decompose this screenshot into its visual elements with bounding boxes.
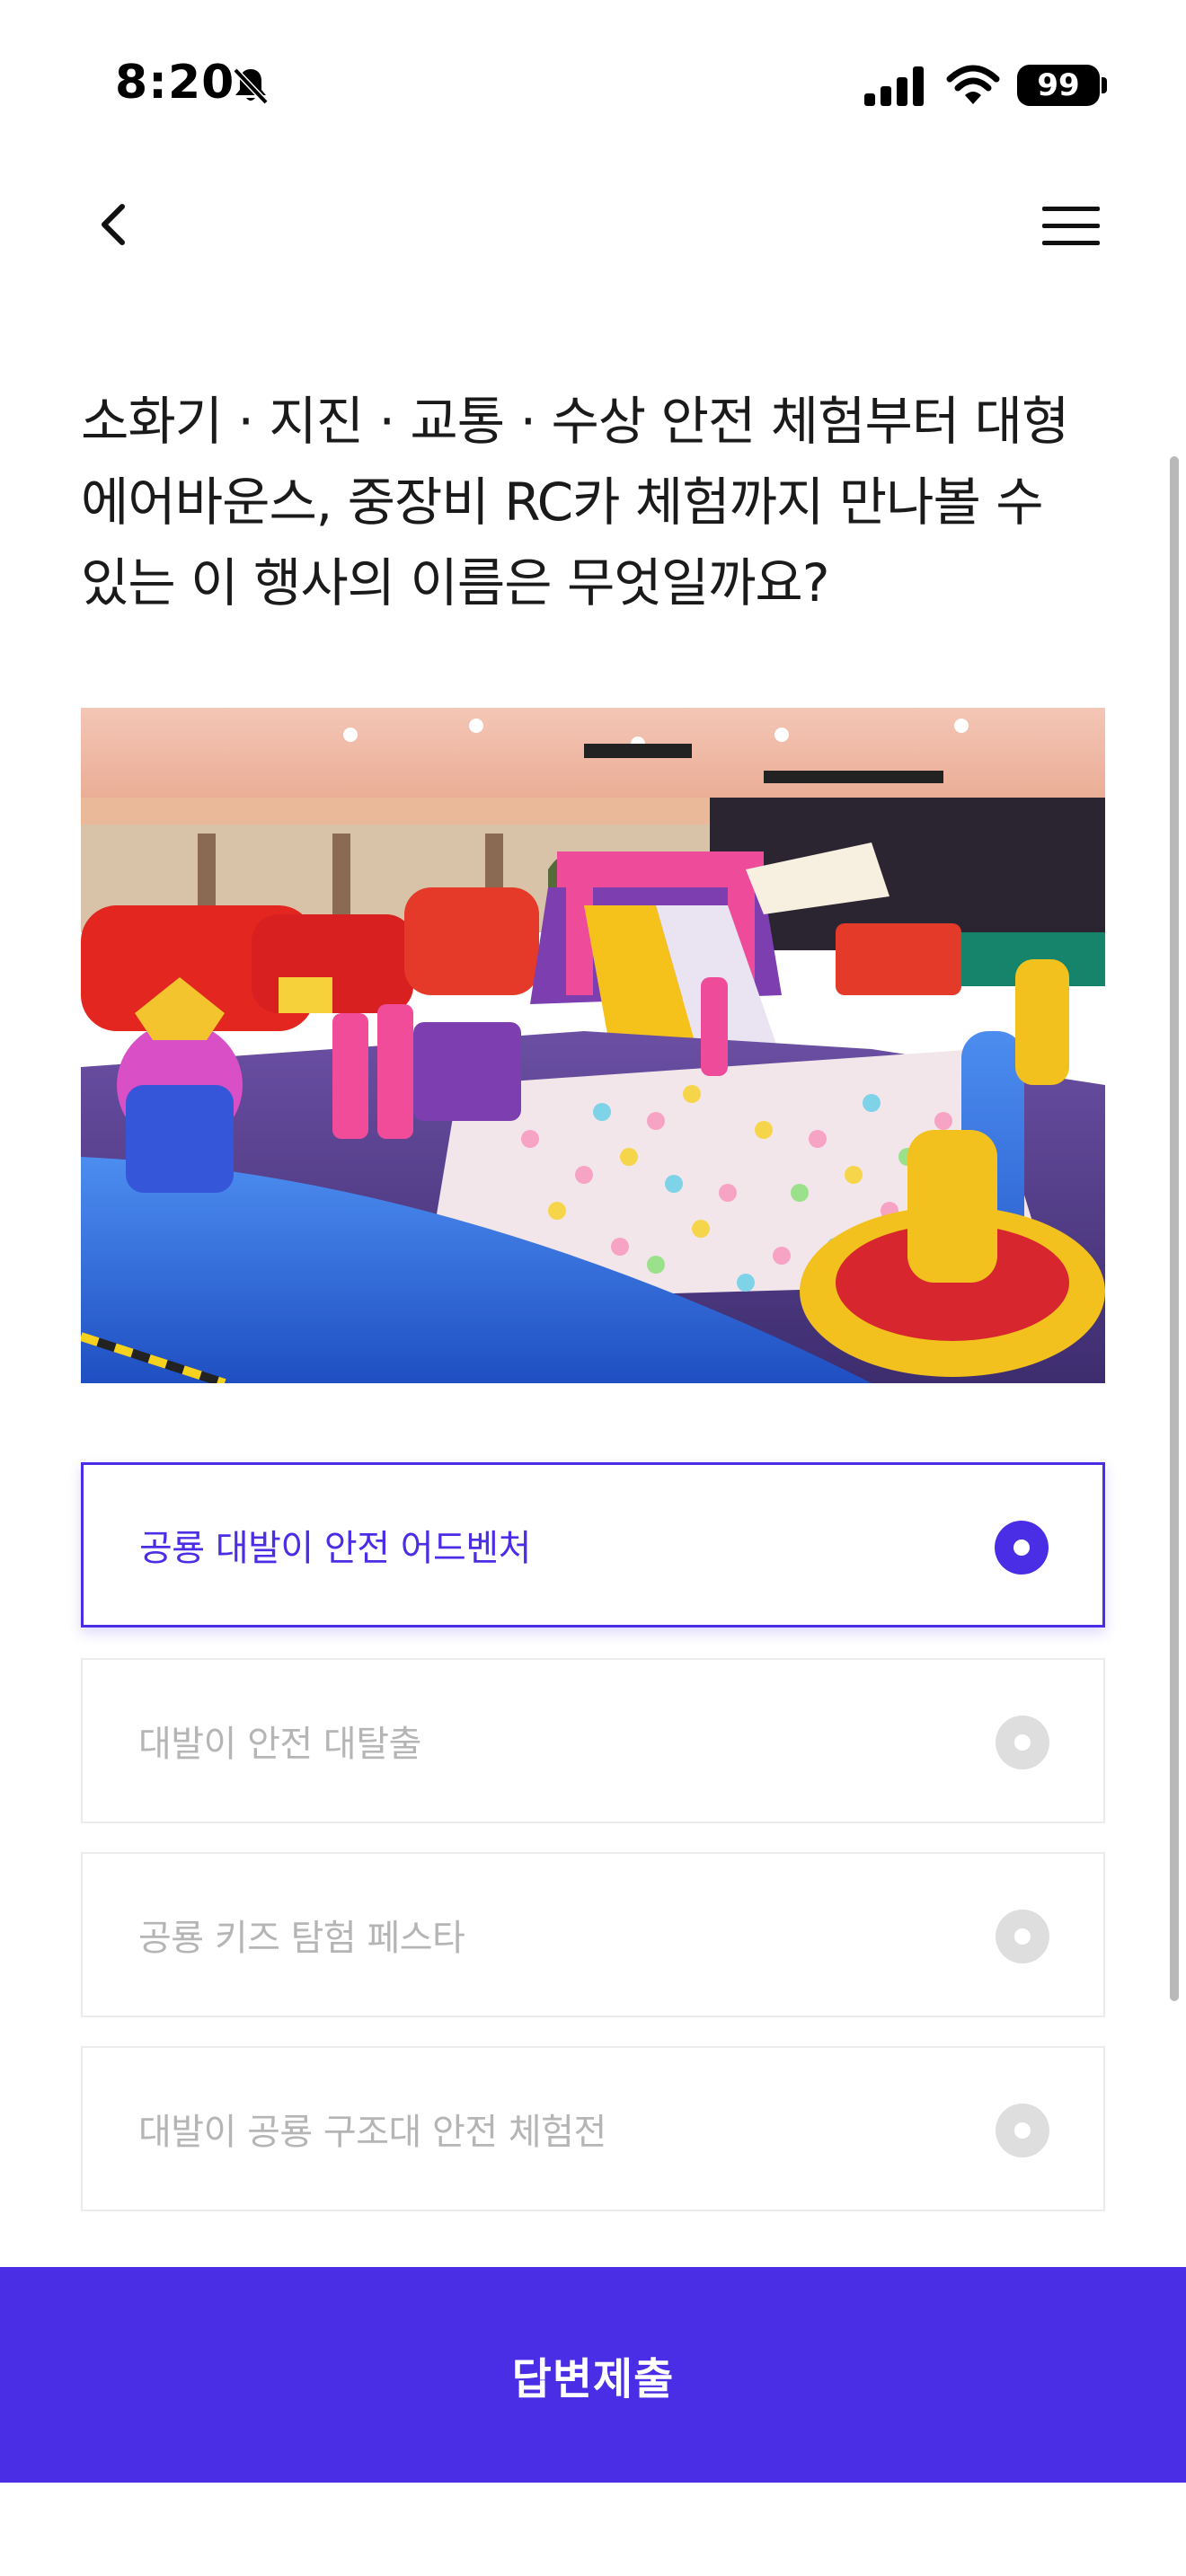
status-bar: 8:20 99 [0, 0, 1186, 171]
battery-icon: 99 [1017, 65, 1100, 106]
answer-option-label: 대발이 공룡 구조대 안전 체험전 [138, 2112, 606, 2153]
quiz-screen: 8:20 99 소화기 · 지진 · 교통 · 수상 안전 체험부터 대형 에어… [0, 0, 1186, 2576]
chevron-left-icon[interactable] [90, 199, 140, 250]
answer-option-1[interactable]: 공룡 대발이 안전 어드벤처 [81, 1462, 1105, 1628]
status-time: 8:20 [115, 56, 235, 110]
radio-selected-icon[interactable] [995, 1521, 1049, 1575]
answer-option-label: 대발이 안전 대탈출 [138, 1724, 421, 1765]
question-text: 소화기 · 지진 · 교통 · 수상 안전 체험부터 대형 에어바운스, 중장비… [81, 391, 1069, 613]
answer-option-4[interactable]: 대발이 공룡 구조대 안전 체험전 [81, 2046, 1105, 2211]
radio-unselected-icon[interactable] [996, 1716, 1049, 1769]
answer-option-3[interactable]: 공룡 키즈 탐험 페스타 [81, 1852, 1105, 2017]
radio-unselected-icon[interactable] [996, 2104, 1049, 2157]
wifi-icon [946, 65, 1000, 104]
battery-level: 99 [1037, 67, 1080, 103]
scrollbar[interactable] [1170, 456, 1179, 2001]
bell-slash-icon [233, 67, 269, 105]
answer-option-label: 공룡 키즈 탐험 페스타 [138, 1918, 465, 1959]
hamburger-menu-icon[interactable] [1042, 205, 1100, 248]
event-photo [81, 708, 1105, 1383]
submit-answer-button[interactable]: 답변제출 [0, 2267, 1186, 2483]
battery-cap [1102, 77, 1107, 93]
answer-option-label: 공룡 대발이 안전 어드벤처 [139, 1528, 531, 1569]
answer-option-2[interactable]: 대발이 안전 대탈출 [81, 1658, 1105, 1823]
cellular-signal-icon [864, 66, 924, 106]
radio-unselected-icon[interactable] [996, 1910, 1049, 1963]
